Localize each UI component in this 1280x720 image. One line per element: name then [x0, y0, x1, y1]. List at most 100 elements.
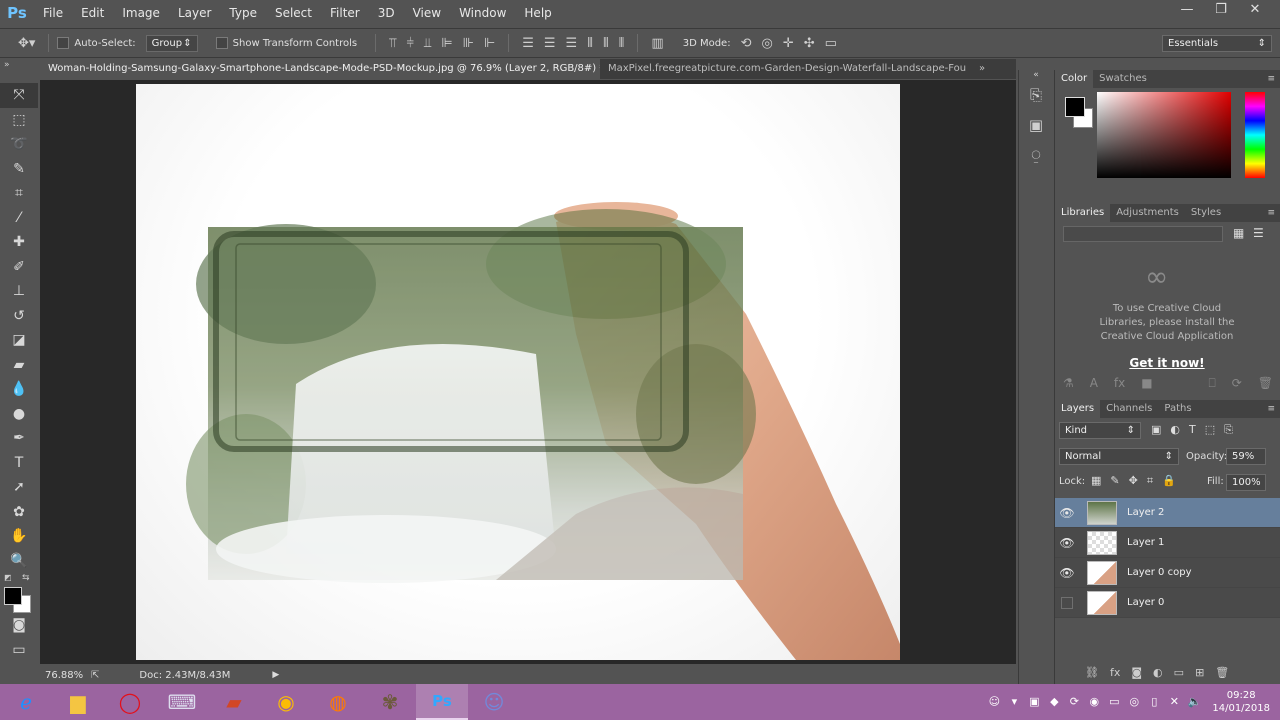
photoshop-icon[interactable]: Ps: [416, 684, 468, 720]
filter-type-icon[interactable]: T: [1189, 423, 1196, 437]
chrome-tray-icon[interactable]: ◉: [1086, 694, 1102, 710]
add-color-icon[interactable]: ■: [1141, 376, 1152, 391]
menu-window[interactable]: Window: [450, 0, 515, 26]
align-right-icon[interactable]: ⊩: [484, 36, 495, 51]
distribute-hcenter-icon[interactable]: ⦀: [603, 36, 609, 51]
layer-row[interactable]: 👁 Layer 1: [1055, 528, 1280, 558]
menu-view[interactable]: View: [404, 0, 450, 26]
tab-paths[interactable]: Paths: [1158, 400, 1197, 418]
lasso-tool-icon[interactable]: ➰: [0, 132, 38, 157]
shield-icon[interactable]: ◆: [1046, 694, 1062, 710]
layer-row[interactable]: Layer 0: [1055, 588, 1280, 618]
menu-help[interactable]: Help: [515, 0, 560, 26]
list-view-icon[interactable]: ☰: [1253, 226, 1264, 240]
battery-icon[interactable]: ▯: [1146, 694, 1162, 710]
healing-brush-tool-icon[interactable]: ✚: [0, 230, 38, 255]
shape-tool-icon[interactable]: ✿: [0, 500, 38, 525]
export-icon[interactable]: ⇱: [91, 670, 99, 681]
delete-icon[interactable]: 🗑: [1258, 376, 1273, 391]
filter-shape-icon[interactable]: ⬚: [1205, 423, 1215, 437]
marquee-tool-icon[interactable]: ⬚: [0, 108, 38, 133]
lock-transparent-icon[interactable]: ▦: [1091, 474, 1101, 488]
quick-select-tool-icon[interactable]: ✎: [0, 157, 38, 182]
3d-orbit-icon[interactable]: ⟲: [741, 36, 752, 51]
3d-scale-icon[interactable]: ▭: [825, 36, 837, 51]
align-vcenter-icon[interactable]: ⫩: [406, 36, 413, 51]
distribute-bottom-icon[interactable]: ☰: [566, 36, 578, 51]
zoom-level[interactable]: 76.88%: [45, 670, 85, 681]
tabs-overflow-icon[interactable]: »: [968, 59, 996, 79]
grid-view-icon[interactable]: ▦: [1233, 226, 1244, 240]
discord-tray-icon[interactable]: ☺: [986, 694, 1002, 710]
menu-type[interactable]: Type: [220, 0, 266, 26]
lock-pixels-icon[interactable]: ✎: [1110, 474, 1119, 488]
taskbar-clock[interactable]: 09:28 14/01/2018: [1212, 689, 1270, 715]
library-select[interactable]: [1063, 226, 1223, 242]
filter-pixel-icon[interactable]: ▣: [1151, 423, 1161, 437]
menu-file[interactable]: File: [34, 0, 72, 26]
blur-tool-icon[interactable]: 💧: [0, 377, 38, 402]
opacity-input[interactable]: 59%: [1226, 448, 1266, 465]
auto-align-icon[interactable]: ▥: [651, 36, 663, 51]
visibility-eye-icon[interactable]: 👁: [1055, 536, 1079, 550]
show-transform-checkbox[interactable]: [215, 37, 228, 49]
status-menu-arrow-icon[interactable]: ▶: [272, 670, 279, 680]
menu-edit[interactable]: Edit: [72, 0, 113, 26]
keyboard-icon[interactable]: ⌨: [156, 684, 208, 720]
menu-layer[interactable]: Layer: [169, 0, 220, 26]
toolbar-collapse-icon[interactable]: »: [0, 59, 38, 81]
brush-tool-icon[interactable]: ✐: [0, 255, 38, 280]
new-layer-icon[interactable]: ⊞: [1195, 666, 1204, 679]
history-panel-icon[interactable]: ⎘: [1019, 80, 1053, 110]
tab-swatches[interactable]: Swatches: [1093, 70, 1153, 88]
tab-styles[interactable]: Styles: [1185, 204, 1227, 222]
antivirus-icon[interactable]: ✕: [1166, 694, 1182, 710]
panel-menu-icon[interactable]: ≡: [1267, 404, 1275, 414]
screen-mode-icon[interactable]: ▭: [0, 638, 38, 663]
firefox-icon[interactable]: ◍: [312, 684, 364, 720]
auto-select-checkbox[interactable]: [57, 37, 70, 49]
layer-filter-kind[interactable]: Kind ⇕: [1059, 422, 1141, 439]
tab-waterfall-document[interactable]: MaxPixel.freegreatpicture.com-Garden-Des…: [600, 59, 968, 79]
add-text-icon[interactable]: A: [1090, 376, 1098, 391]
tab-layers[interactable]: Layers: [1055, 400, 1101, 418]
get-it-now-link[interactable]: Get it now!: [1089, 356, 1245, 370]
sync-tray-icon[interactable]: ⟳: [1066, 694, 1082, 710]
filter-adjustment-icon[interactable]: ◐: [1170, 423, 1180, 437]
volume-icon[interactable]: 🔈: [1186, 694, 1202, 710]
workspace-dropdown[interactable]: Essentials ⇕: [1162, 34, 1272, 52]
visibility-eye-icon[interactable]: 👁: [1055, 566, 1079, 580]
blend-mode-dropdown[interactable]: Normal ⇕: [1059, 448, 1179, 465]
swap-colors-icon[interactable]: ⇆: [22, 573, 30, 583]
lock-artboard-icon[interactable]: ⌗: [1147, 474, 1153, 488]
align-left-icon[interactable]: ⊫: [441, 36, 452, 51]
canvas-area[interactable]: [40, 80, 1016, 664]
eraser-tool-icon[interactable]: ◪: [0, 328, 38, 353]
explorer-icon[interactable]: ▆: [52, 684, 104, 720]
menu-filter[interactable]: Filter: [321, 0, 369, 26]
actions-panel-icon[interactable]: ▣: [1019, 110, 1053, 140]
powerpoint-icon[interactable]: ▰: [208, 684, 260, 720]
panel-menu-icon[interactable]: ≡: [1267, 74, 1275, 84]
quick-mask-icon[interactable]: ◙: [0, 613, 38, 638]
stock-icon[interactable]: ⎕: [1209, 376, 1216, 391]
menu-image[interactable]: Image: [113, 0, 169, 26]
lock-position-icon[interactable]: ✥: [1129, 474, 1138, 488]
color-field[interactable]: [1097, 92, 1231, 178]
auto-select-dropdown[interactable]: Group ⇕: [145, 34, 198, 52]
minimize-button[interactable]: —: [1170, 0, 1204, 22]
crop-tool-icon[interactable]: ⌗: [0, 181, 38, 206]
fill-input[interactable]: 100%: [1226, 474, 1266, 491]
add-fx-icon[interactable]: fx: [1114, 376, 1125, 391]
menu-3d[interactable]: 3D: [369, 0, 404, 26]
clone-stamp-tool-icon[interactable]: ⊥: [0, 279, 38, 304]
tab-mockup-document[interactable]: Woman-Holding-Samsung-Galaxy-Smartphone-…: [40, 59, 600, 79]
menu-select[interactable]: Select: [266, 0, 321, 26]
layer-mask-icon[interactable]: ◙: [1131, 666, 1142, 679]
move-tool-preset-icon[interactable]: ✥▾: [18, 36, 35, 51]
visibility-eye-icon[interactable]: 👁: [1055, 506, 1079, 520]
tab-color[interactable]: Color: [1055, 70, 1094, 88]
3d-slide-icon[interactable]: ✣: [804, 36, 815, 51]
new-group-icon[interactable]: ▭: [1174, 666, 1184, 679]
path-selection-tool-icon[interactable]: ➚: [0, 475, 38, 500]
